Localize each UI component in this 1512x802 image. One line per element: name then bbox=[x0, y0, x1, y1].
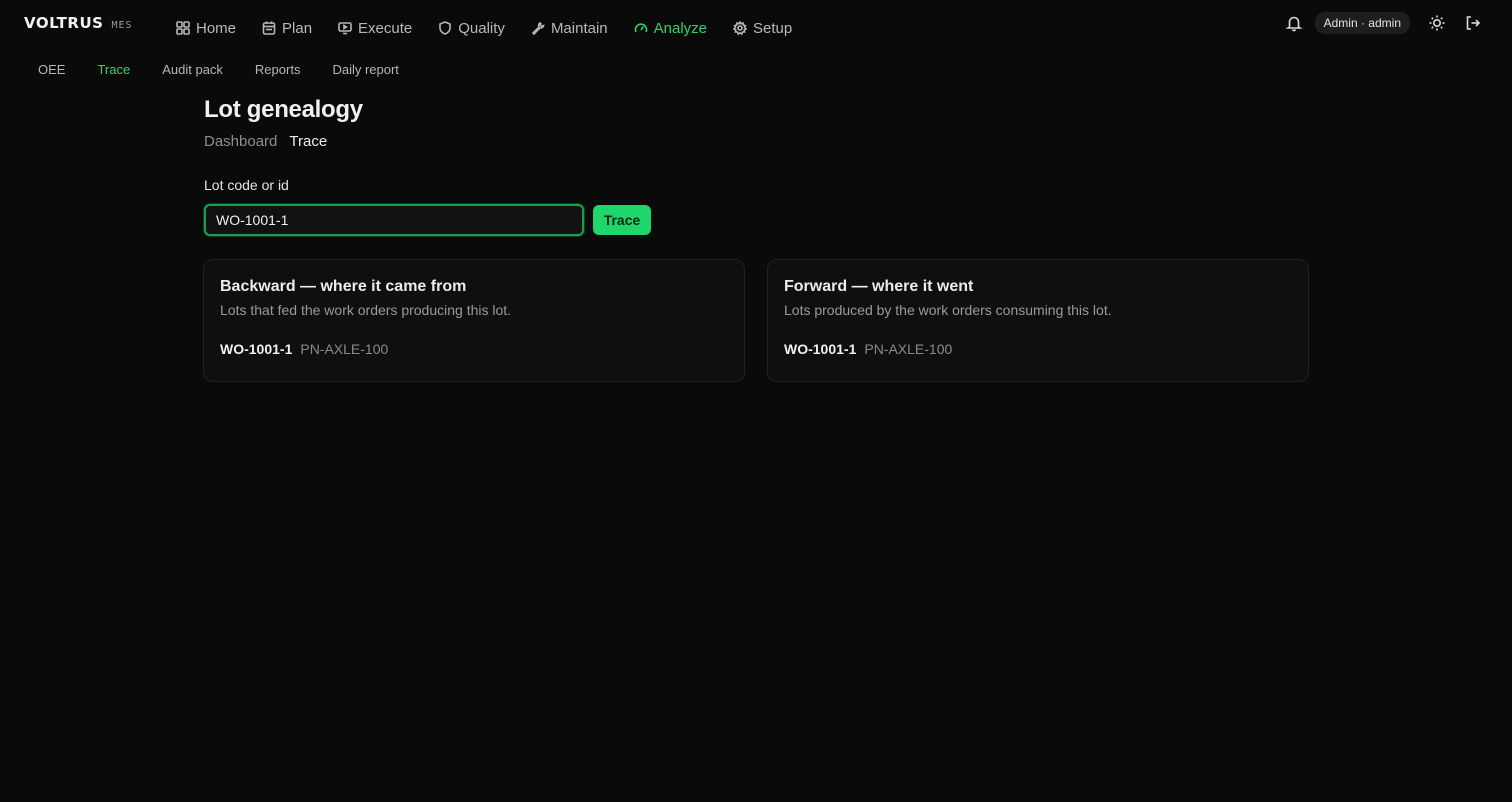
logout-icon[interactable] bbox=[1464, 14, 1482, 32]
trace-button[interactable]: Trace bbox=[593, 205, 651, 235]
shield-icon bbox=[438, 21, 452, 35]
nav-item-label: Maintain bbox=[550, 19, 608, 37]
sub-nav: OEE Trace Audit pack Reports Daily repor… bbox=[38, 62, 431, 77]
card-title: Backward — where it came from bbox=[220, 278, 467, 295]
nav-item-label: Home bbox=[196, 19, 237, 37]
nav-item-label: Quality bbox=[458, 19, 505, 37]
gear-icon bbox=[733, 21, 748, 35]
subnav-item-reports[interactable]: Reports bbox=[255, 62, 301, 77]
page-title: Lot genealogy bbox=[204, 96, 363, 123]
card-description: Lots that fed the work orders producing … bbox=[220, 302, 512, 318]
wrench-icon bbox=[531, 21, 545, 35]
nav-item-setup[interactable]: Setup bbox=[733, 16, 792, 40]
nav-item-quality[interactable]: Quality bbox=[438, 16, 505, 40]
card-title: Forward — where it went bbox=[784, 278, 974, 295]
lot-row: WO-1001-1 PN-AXLE-100 bbox=[220, 341, 728, 357]
sun-icon[interactable] bbox=[1428, 14, 1446, 32]
nav-item-label: Analyze bbox=[653, 19, 708, 37]
nav-item-label: Plan bbox=[282, 19, 313, 37]
nav-item-label: Execute bbox=[358, 19, 413, 37]
lot-row: WO-1001-1 PN-AXLE-100 bbox=[784, 341, 1292, 357]
nav-item-execute[interactable]: Execute bbox=[338, 16, 412, 40]
gauge-icon bbox=[634, 21, 648, 35]
forward-card: Forward — where it went Lots produced by… bbox=[767, 259, 1309, 382]
brand-name: VOLTRUS bbox=[24, 14, 104, 32]
main-nav: Home Plan Execute Quality Maintain Analy… bbox=[176, 16, 818, 40]
grid-icon bbox=[176, 21, 190, 35]
subnav-item-oee[interactable]: OEE bbox=[38, 62, 65, 77]
nav-item-label: Setup bbox=[753, 19, 793, 37]
brand-sub: MES bbox=[111, 20, 133, 31]
lot-part-number: PN-AXLE-100 bbox=[300, 341, 389, 357]
lot-code-link[interactable]: WO-1001-1 bbox=[220, 341, 292, 357]
breadcrumb: Dashboard Trace bbox=[204, 133, 339, 150]
subnav-item-trace[interactable]: Trace bbox=[97, 62, 130, 77]
nav-item-analyze[interactable]: Analyze bbox=[634, 16, 707, 40]
subnav-item-daily-report[interactable]: Daily report bbox=[332, 62, 398, 77]
top-bar: VOLTRUS MES Home Plan Execute Quality Ma… bbox=[0, 0, 1512, 52]
calendar-icon bbox=[262, 21, 276, 35]
nav-item-maintain[interactable]: Maintain bbox=[531, 16, 608, 40]
header-tools: Admin · admin bbox=[1284, 12, 1482, 34]
lot-code-link[interactable]: WO-1001-1 bbox=[784, 341, 856, 357]
breadcrumb-dashboard[interactable]: Dashboard bbox=[204, 133, 277, 150]
monitor-icon bbox=[338, 21, 352, 35]
nav-item-home[interactable]: Home bbox=[176, 16, 236, 40]
lot-code-input[interactable] bbox=[204, 204, 584, 236]
subnav-item-audit-pack[interactable]: Audit pack bbox=[162, 62, 223, 77]
bell-icon[interactable] bbox=[1284, 14, 1303, 32]
lot-part-number: PN-AXLE-100 bbox=[864, 341, 953, 357]
user-menu[interactable]: Admin · admin bbox=[1314, 12, 1410, 34]
nav-item-plan[interactable]: Plan bbox=[262, 16, 312, 40]
lot-code-label: Lot code or id bbox=[204, 177, 289, 193]
brand-logo[interactable]: VOLTRUS MES bbox=[24, 14, 133, 32]
breadcrumb-trace: Trace bbox=[289, 133, 328, 150]
card-description: Lots produced by the work orders consumi… bbox=[784, 302, 1112, 318]
backward-card: Backward — where it came from Lots that … bbox=[203, 259, 745, 382]
